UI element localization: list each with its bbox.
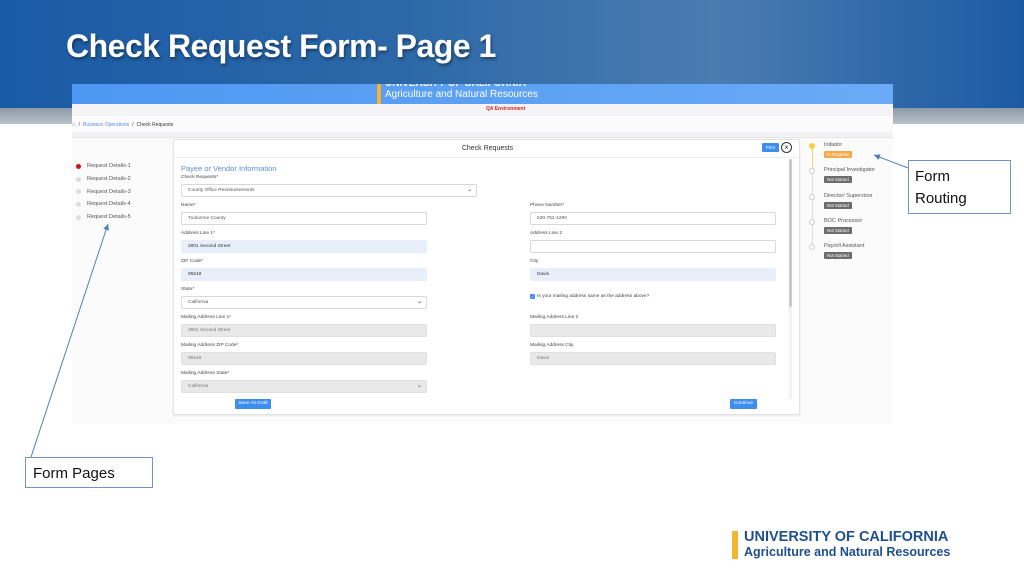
form-routing-panel: Initiator In Progress Principal Investig…	[808, 139, 893, 419]
form-page-1[interactable]: Request Details-1	[76, 160, 131, 173]
step-dot-icon	[76, 176, 81, 182]
mail-address1-label: Mailing Address Line 1*	[181, 315, 232, 320]
slide-title: Check Request Form- Page 1	[66, 28, 496, 64]
footer-logo-line1: UNIVERSITY OF CALIFORNIA	[744, 529, 949, 545]
routing-role: BOC Processor	[824, 218, 863, 224]
logo-accent-bar	[377, 84, 381, 104]
form-page-5[interactable]: Request Details-5	[76, 211, 131, 224]
form-pages-callout: Form Pages	[25, 457, 153, 488]
close-icon[interactable]: ×	[781, 142, 792, 153]
routing-dot-icon	[809, 219, 815, 225]
status-badge: Not Started	[824, 176, 852, 183]
same-address-checkbox[interactable]: ✓	[530, 294, 535, 299]
app-screenshot: UNIVERSITY OF CALIFORNIA Agriculture and…	[72, 84, 893, 424]
chevron-down-icon: ⌄	[466, 187, 472, 193]
card-divider	[174, 157, 801, 158]
check-request-card: Check Requests Print × Payee or Vendor I…	[173, 139, 801, 415]
form-page-2[interactable]: Request Details-2	[76, 173, 131, 186]
routing-dot-icon	[809, 143, 815, 149]
status-badge: In Progress	[824, 151, 852, 158]
form-page-label: Request Details-4	[87, 201, 131, 208]
check-requests-label: Check Requests*	[181, 175, 219, 180]
app-header: UNIVERSITY OF CALIFORNIA Agriculture and…	[72, 84, 893, 104]
form-page-label: Request Details-3	[87, 188, 131, 195]
chevron-down-icon: ⌄	[416, 299, 422, 305]
mail-address2-label: Mailing Address Line 2	[530, 315, 579, 320]
address2-input[interactable]	[530, 240, 776, 253]
address1-input[interactable]: 2801 Second Street	[181, 240, 427, 253]
mail-address2-input[interactable]	[530, 324, 776, 337]
address2-label: Address Line 2	[530, 231, 562, 236]
step-dot-icon	[76, 163, 81, 169]
section-title: Payee or Vendor Information	[181, 164, 277, 173]
form-page-4[interactable]: Request Details-4	[76, 198, 131, 211]
routing-dot-icon	[809, 194, 815, 200]
step-dot-icon	[76, 201, 81, 207]
mail-state-value: California	[188, 384, 209, 389]
zip-label: ZIP Code*	[181, 259, 204, 264]
status-badge: Not Started	[824, 252, 852, 259]
continue-button[interactable]: Continue	[730, 399, 757, 409]
city-input[interactable]: Davis	[530, 268, 776, 281]
save-as-draft-button[interactable]: Save As Draft	[235, 399, 271, 409]
print-button[interactable]: Print	[762, 143, 779, 152]
mail-address1-input[interactable]: 2801 Second Street	[181, 324, 427, 337]
name-label: Name*	[181, 203, 196, 208]
breadcrumb-separator: /	[132, 122, 134, 128]
scrollbar-thumb[interactable]	[789, 159, 792, 307]
state-select[interactable]: California ⌄	[181, 296, 427, 309]
check-requests-value: County Office Reimbursements	[188, 188, 255, 193]
breadcrumb: ⌂ / Business Operations / Check Requests	[72, 122, 173, 128]
routing-role: Payroll Assistant	[824, 243, 865, 249]
mail-state-label: Mailing Address State*	[181, 371, 230, 376]
mail-state-select[interactable]: California ⌄	[181, 380, 427, 393]
breadcrumb-business-operations[interactable]: Business Operations	[83, 122, 129, 128]
status-badge: Not Started	[824, 227, 852, 234]
form-page-3[interactable]: Request Details-3	[76, 185, 131, 198]
app-logo-line2: Agriculture and Natural Resources	[385, 89, 538, 100]
city-label: City	[530, 259, 539, 264]
name-input[interactable]: Tuolumne County	[181, 212, 427, 225]
phone-label: Phone Number*	[530, 203, 565, 208]
check-requests-select[interactable]: County Office Reimbursements ⌄	[181, 184, 477, 197]
breadcrumb-divider	[72, 132, 893, 138]
same-address-label: Is your mailing address same as the addr…	[537, 294, 650, 299]
routing-role: Principal Investigator	[824, 167, 876, 173]
footer-logo-line2: Agriculture and Natural Resources	[744, 545, 951, 559]
zip-input[interactable]: 95618	[181, 268, 427, 281]
environment-label: QA Environment	[486, 106, 526, 112]
routing-role: Initiator	[824, 142, 843, 148]
app-logo[interactable]: UNIVERSITY OF CALIFORNIA Agriculture and…	[377, 84, 538, 104]
mail-zip-label: Mailing Address ZIP Code*	[181, 343, 239, 348]
mail-zip-input[interactable]: 95618	[181, 352, 427, 365]
form-page-label: Request Details-2	[87, 176, 131, 183]
form-page-label: Request Details-1	[87, 163, 131, 170]
breadcrumb-check-requests: Check Requests	[136, 122, 174, 128]
logo-accent-bar	[732, 531, 738, 559]
slide: Check Request Form- Page 1 UNIVERSITY OF…	[0, 0, 1024, 576]
environment-bar	[72, 104, 893, 116]
form-pages-nav: Request Details-1 Request Details-2 Requ…	[76, 160, 131, 223]
state-value: California	[188, 300, 209, 305]
mail-city-input[interactable]: Davis	[530, 352, 776, 365]
phone-input[interactable]: 530-752-1290	[530, 212, 776, 225]
home-icon[interactable]: ⌂	[72, 122, 76, 128]
footer-logo: UNIVERSITY OF CALIFORNIA Agriculture and…	[732, 530, 950, 560]
form-routing-callout: Form Routing	[908, 160, 1011, 214]
step-dot-icon	[76, 214, 81, 220]
step-dot-icon	[76, 189, 81, 195]
address1-label: Address Line 1*	[181, 231, 215, 236]
form-page-label: Request Details-5	[87, 214, 131, 221]
routing-dot-icon	[809, 168, 815, 174]
routing-role: Director/ Supervisor	[824, 193, 873, 199]
same-address-row: ✓ Is your mailing address same as the ad…	[530, 294, 649, 299]
state-label: State*	[181, 287, 195, 292]
chevron-down-icon: ⌄	[416, 383, 422, 389]
card-title: Check Requests	[461, 145, 514, 152]
breadcrumb-separator: /	[78, 122, 81, 128]
routing-dot-icon	[809, 244, 815, 250]
mail-city-label: Mailing Address City	[530, 343, 574, 348]
status-badge: Not Started	[824, 202, 852, 209]
